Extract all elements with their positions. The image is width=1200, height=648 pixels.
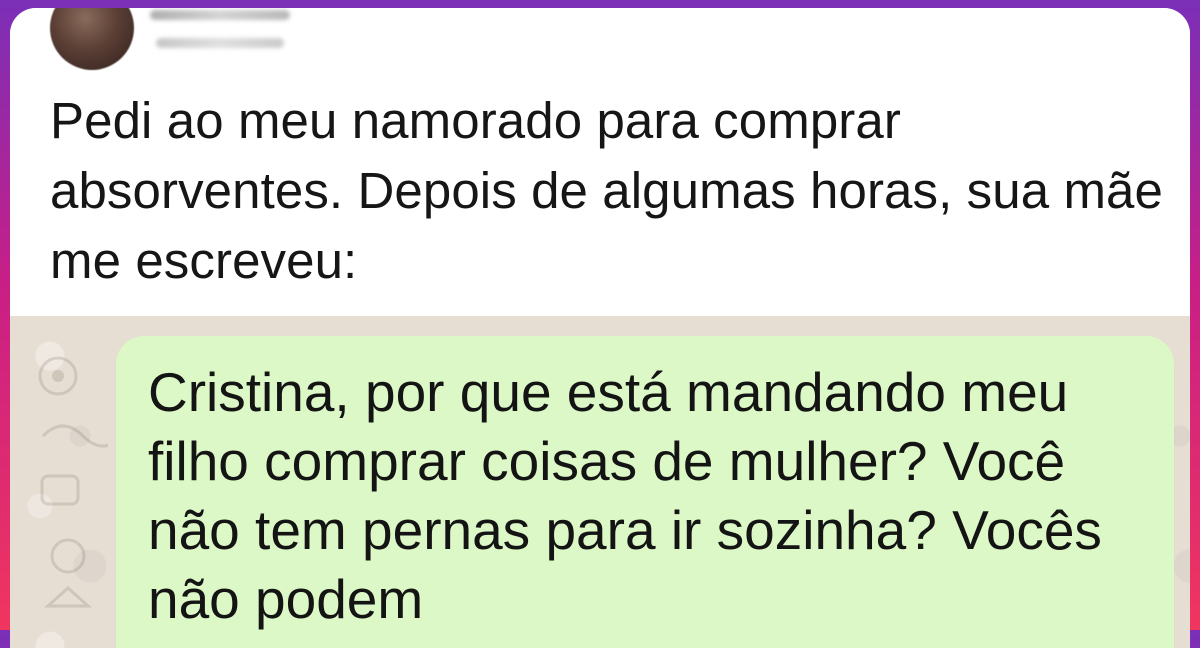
incoming-message-bubble[interactable]: Cristina, por que está mandando meu filh…	[116, 336, 1174, 648]
post-card: Pedi ao meu namorado para comprar absorv…	[10, 8, 1190, 648]
blurred-author-subtitle	[156, 38, 284, 48]
post-header: Pedi ao meu namorado para comprar absorv…	[10, 8, 1190, 316]
blurred-author-name	[150, 10, 290, 20]
chat-background-doodle-icon	[38, 356, 108, 608]
chat-screenshot: Cristina, por que está mandando meu filh…	[10, 316, 1190, 648]
avatar[interactable]	[50, 8, 134, 70]
post-text: Pedi ao meu namorado para comprar absorv…	[50, 92, 1163, 289]
message-text: Cristina, por que está mandando meu filh…	[148, 361, 1102, 630]
